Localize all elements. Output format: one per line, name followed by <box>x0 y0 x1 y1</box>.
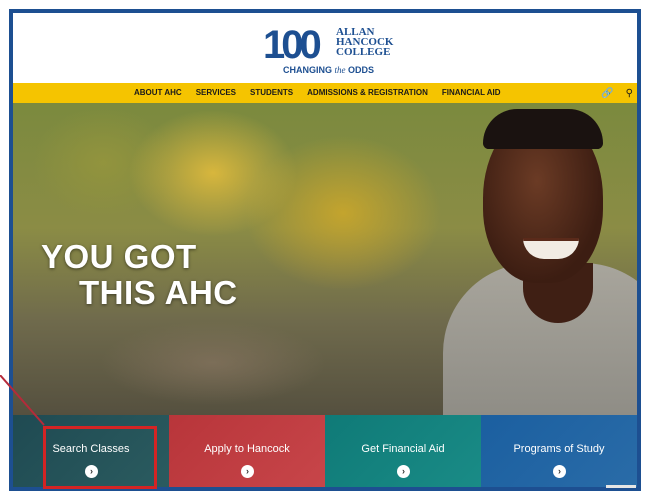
nav-admissions[interactable]: ADMISSIONS & REGISTRATION <box>300 83 435 103</box>
logo-100: 100 <box>263 23 322 67</box>
main-nav: ABOUT AHC SERVICES STUDENTS ADMISSIONS &… <box>13 83 637 103</box>
nav-about[interactable]: ABOUT AHC <box>127 83 189 103</box>
logo-tagline: CHANGING the ODDS <box>283 65 375 75</box>
search-icon[interactable]: ⚲ <box>626 88 633 99</box>
college-logo[interactable]: 100 ALLAN HANCOCK COLLEGE CHANGING the O… <box>263 23 423 78</box>
logo-name: ALLAN HANCOCK COLLEGE <box>336 26 394 58</box>
hero-headline: YOU GOT THIS AHC <box>41 238 238 311</box>
arrow-right-icon[interactable]: › <box>241 465 254 478</box>
scroll-indicator <box>606 485 636 488</box>
arrow-right-icon[interactable]: › <box>397 465 410 478</box>
annotation-arrow <box>0 375 45 426</box>
hero-banner: YOU GOT THIS AHC <box>13 103 637 415</box>
nav-services[interactable]: SERVICES <box>189 83 243 103</box>
tile-programs[interactable]: Programs of Study › <box>481 415 637 487</box>
nav-students[interactable]: STUDENTS <box>243 83 300 103</box>
highlight-box <box>43 426 157 489</box>
site-header: 100 ALLAN HANCOCK COLLEGE CHANGING the O… <box>13 13 637 83</box>
student-photo <box>443 109 637 415</box>
tile-apply[interactable]: Apply to Hancock › <box>169 415 325 487</box>
nav-financial-aid[interactable]: FINANCIAL AID <box>435 83 508 103</box>
tile-financial-aid[interactable]: Get Financial Aid › <box>325 415 481 487</box>
arrow-right-icon[interactable]: › <box>553 465 566 478</box>
link-icon[interactable]: 🔗 <box>601 88 613 99</box>
browser-frame: 100 ALLAN HANCOCK COLLEGE CHANGING the O… <box>9 9 641 491</box>
